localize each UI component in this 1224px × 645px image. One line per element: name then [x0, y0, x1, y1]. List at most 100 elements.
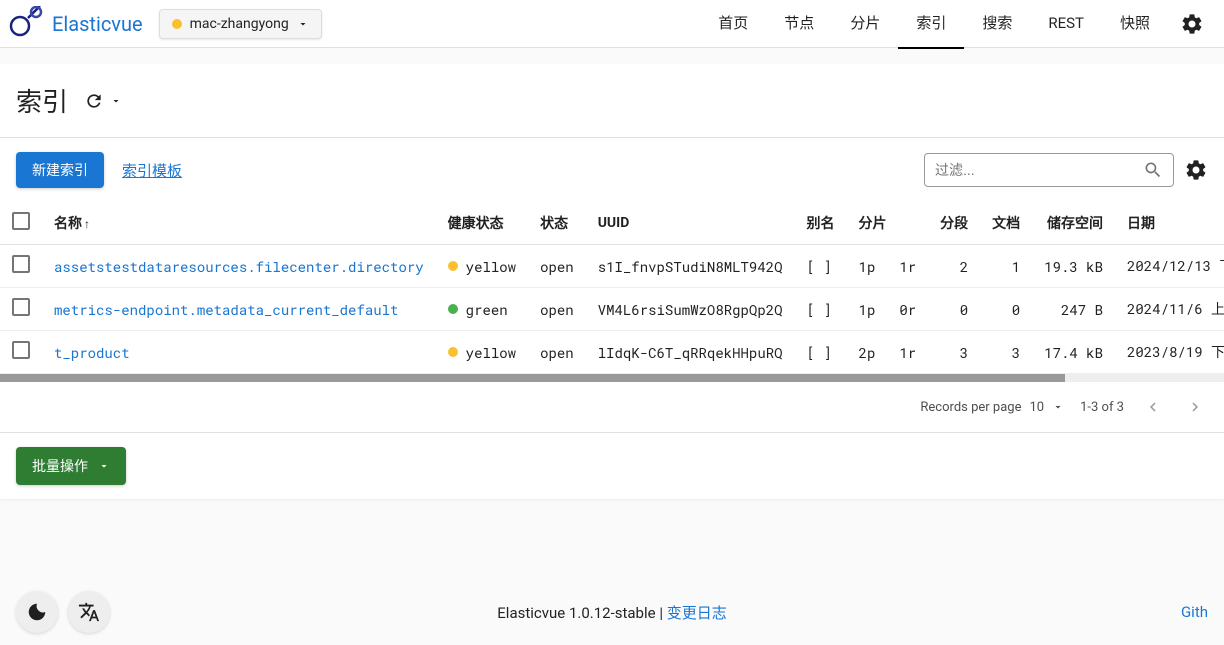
nav-shards[interactable]: 分片 [832, 0, 898, 49]
health-text: yellow [466, 257, 516, 276]
cell-docs: 0 [980, 288, 1032, 331]
col-docs[interactable]: 文档 [980, 202, 1032, 245]
changelog-link[interactable]: 变更日志 [667, 604, 727, 622]
toolbar: 新建索引 索引模板 [0, 138, 1224, 202]
cell-pri: 1p [847, 288, 888, 331]
filter-wrap [924, 153, 1208, 187]
bulk-action-button[interactable]: 批量操作 [16, 447, 126, 485]
col-storage[interactable]: 储存空间 [1032, 202, 1115, 245]
row-checkbox[interactable] [12, 255, 30, 273]
search-icon [1143, 160, 1163, 180]
github-link[interactable]: Gith [1181, 603, 1208, 621]
index-link[interactable]: t_product [54, 343, 130, 362]
health-status-icon [448, 304, 458, 314]
cluster-selector[interactable]: mac-zhangyong [159, 9, 322, 39]
cell-rep: 1r [887, 331, 928, 374]
table-settings-button[interactable] [1184, 158, 1208, 182]
horizontal-scrollbar[interactable] [0, 374, 1224, 382]
chevron-down-icon [297, 18, 309, 30]
bulk-bar: 批量操作 [0, 433, 1224, 499]
cell-pri: 2p [847, 331, 888, 374]
cell-date: 2023/8/19 下午 [1115, 331, 1224, 374]
nav-snapshots[interactable]: 快照 [1102, 0, 1168, 49]
record-range: 1-3 of 3 [1080, 400, 1124, 415]
nav-rest[interactable]: REST [1030, 0, 1102, 48]
cell-uuid: VM4L6rsiSumWzO8RgpQp2Q [586, 288, 795, 331]
index-link[interactable]: assetstestdataresources.filecenter.direc… [54, 257, 424, 276]
cell-status: open [528, 288, 586, 331]
logo-wrap: Elasticvue [8, 6, 159, 42]
cell-aliases: [ ] [795, 245, 847, 288]
cell-pri: 1p [847, 245, 888, 288]
col-shards[interactable]: 分片 [847, 202, 929, 245]
filter-box[interactable] [924, 153, 1174, 187]
rows-per-page[interactable]: Records per page 10 [920, 400, 1064, 415]
select-all-checkbox[interactable] [12, 212, 30, 230]
cell-date: 2024/11/6 上午 [1115, 288, 1224, 331]
cell-uuid: lIdqK-C6T_qRRqekHHpuRQ [586, 331, 795, 374]
cluster-name: mac-zhangyong [190, 16, 289, 32]
index-link[interactable]: metrics-endpoint.metadata_current_defaul… [54, 300, 398, 319]
row-checkbox[interactable] [12, 341, 30, 359]
prev-page-button[interactable] [1140, 394, 1166, 420]
cell-status: open [528, 331, 586, 374]
settings-button[interactable] [1168, 4, 1216, 44]
pagination: Records per page 10 1-3 of 3 [0, 382, 1224, 433]
cell-aliases: [ ] [795, 288, 847, 331]
language-icon [78, 601, 100, 623]
row-checkbox[interactable] [12, 298, 30, 316]
col-segments[interactable]: 分段 [928, 202, 980, 245]
col-uuid[interactable]: UUID [586, 202, 795, 245]
health-status-icon [448, 347, 458, 357]
nav-home[interactable]: 首页 [700, 0, 766, 49]
health-text: green [466, 300, 508, 319]
gear-icon [1184, 158, 1208, 182]
cell-segments: 2 [928, 245, 980, 288]
footer: Elasticvue 1.0.12-stable | 变更日志 Gith [0, 579, 1224, 645]
cell-segments: 0 [928, 288, 980, 331]
table-row: t_product yellow openlIdqK-C6T_qRRqekHHpuR… [0, 331, 1224, 374]
gear-icon [1180, 12, 1204, 36]
records-label: Records per page [920, 400, 1021, 415]
page-title: 索引 [16, 82, 68, 119]
nav-search[interactable]: 搜索 [964, 0, 1030, 49]
page-header: 索引 [0, 64, 1224, 138]
caret-down-icon [110, 95, 122, 107]
col-health[interactable]: 健康状态 [436, 202, 528, 245]
nav-indices[interactable]: 索引 [898, 0, 964, 49]
records-value: 10 [1029, 400, 1044, 415]
col-aliases[interactable]: 别名 [795, 202, 847, 245]
main-nav: 首页 节点 分片 索引 搜索 REST 快照 [700, 0, 1216, 49]
table-header-row: 名称↑ 健康状态 状态 UUID 别名 分片 分段 文档 储存空间 日期 [0, 202, 1224, 245]
filter-input[interactable] [935, 162, 1143, 178]
next-page-button[interactable] [1182, 394, 1208, 420]
app-bar: Elasticvue mac-zhangyong 首页 节点 分片 索引 搜索 … [0, 0, 1224, 48]
col-name[interactable]: 名称↑ [42, 202, 436, 245]
brand-title[interactable]: Elasticvue [52, 12, 143, 36]
scrollbar-thumb[interactable] [0, 374, 1065, 382]
nav-nodes[interactable]: 节点 [766, 0, 832, 49]
refresh-icon [84, 91, 104, 111]
index-templates-link[interactable]: 索引模板 [122, 160, 182, 181]
col-status[interactable]: 状态 [528, 202, 586, 245]
table-row: metrics-endpoint.metadata_current_defaul… [0, 288, 1224, 331]
cell-docs: 1 [980, 245, 1032, 288]
health-status-icon [448, 261, 458, 271]
cell-uuid: s1I_fnvpSTudiN8MLT942Q [586, 245, 795, 288]
elasticvue-logo-icon [8, 6, 44, 42]
col-date[interactable]: 日期 [1115, 202, 1224, 245]
cell-status: open [528, 245, 586, 288]
cell-storage: 19.3 kB [1032, 245, 1115, 288]
cell-date: 2024/12/13 下 [1115, 245, 1224, 288]
cell-rep: 0r [887, 288, 928, 331]
cell-rep: 1r [887, 245, 928, 288]
health-text: yellow [466, 343, 516, 362]
bulk-label: 批量操作 [32, 456, 88, 476]
cell-storage: 17.4 kB [1032, 331, 1115, 374]
chevron-left-icon [1144, 398, 1162, 416]
footer-version: Elasticvue 1.0.12-stable | 变更日志 [497, 602, 726, 623]
sort-asc-icon: ↑ [84, 217, 90, 231]
indices-table: 名称↑ 健康状态 状态 UUID 别名 分片 分段 文档 储存空间 日期 ass… [0, 202, 1224, 374]
new-index-button[interactable]: 新建索引 [16, 152, 104, 188]
refresh-button[interactable] [84, 91, 122, 111]
